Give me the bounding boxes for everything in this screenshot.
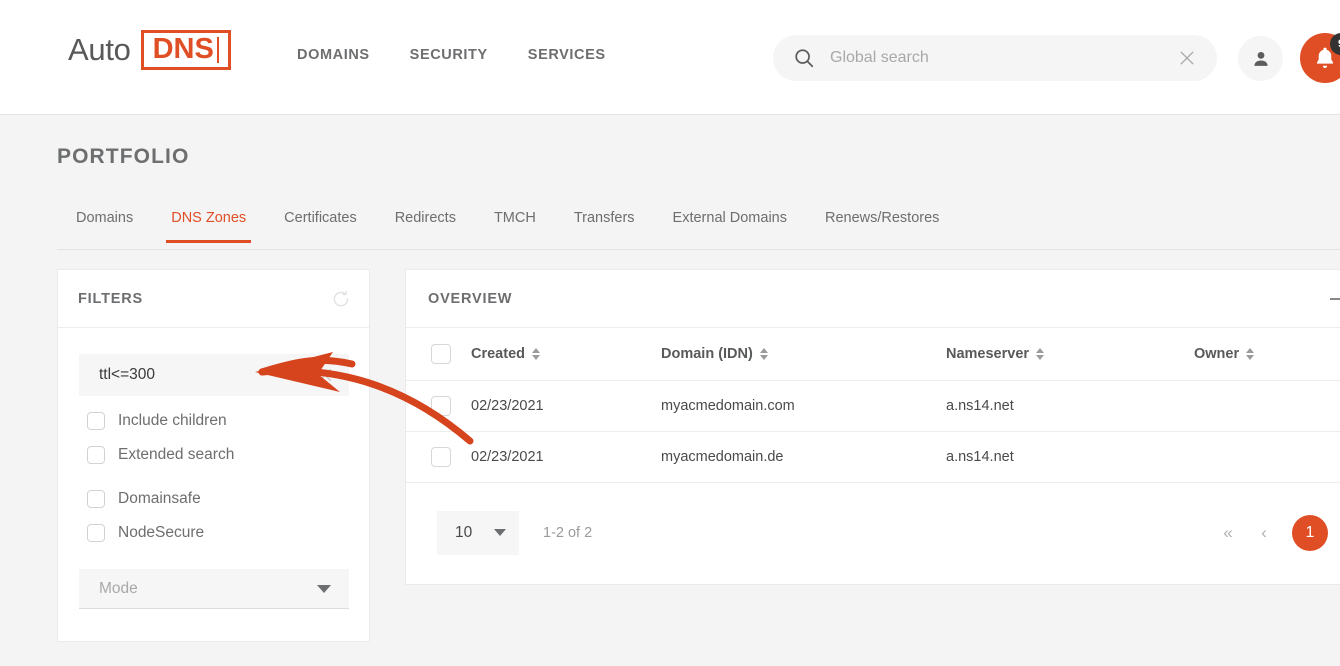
logo-auto-text: Auto [68, 32, 131, 67]
tab-dns-zones[interactable]: DNS Zones [152, 210, 265, 243]
select-all-checkbox[interactable] [431, 343, 451, 364]
sort-icon[interactable] [759, 347, 768, 360]
table-header-row: Created Domain (IDN) Nameserver Owner [406, 328, 1340, 381]
first-page-button[interactable]: « [1210, 515, 1246, 551]
sort-icon[interactable] [532, 347, 540, 360]
rows-per-page-value: 10 [455, 523, 473, 541]
reset-filters-icon[interactable] [331, 289, 351, 309]
cell-nameserver: a.ns14.net [946, 380, 1194, 432]
logo[interactable]: Auto DNS [68, 29, 231, 71]
checkbox-domainsafe[interactable]: Domainsafe [79, 490, 348, 508]
filter-search-input[interactable] [79, 366, 315, 384]
checkbox-box[interactable] [87, 446, 105, 464]
cell-created: 02/23/2021 [471, 431, 661, 483]
main-navigation: DOMAINS SECURITY SERVICES [297, 47, 606, 63]
chevron-down-icon [494, 529, 506, 536]
app-root: Auto DNS DOMAINS SECURITY SERVICES Globa… [0, 0, 1340, 666]
chevron-down-icon [317, 584, 331, 593]
column-header-owner[interactable]: Owner [1194, 328, 1340, 381]
tab-renews-restores[interactable]: Renews/Restores [806, 210, 958, 242]
checkbox-extended-search[interactable]: Extended search [79, 446, 348, 464]
tab-tmch[interactable]: TMCH [475, 210, 555, 242]
search-icon [793, 47, 815, 69]
column-header-label: Nameserver [946, 345, 1030, 362]
checkbox-label: Extended search [118, 446, 235, 463]
cell-owner [1194, 380, 1340, 432]
sort-icon[interactable] [1036, 347, 1045, 360]
nav-item-security[interactable]: SECURITY [410, 47, 488, 63]
tab-external-domains[interactable]: External Domains [654, 210, 806, 242]
column-header-nameserver[interactable]: Nameserver [946, 328, 1194, 381]
cell-created: 02/23/2021 [471, 380, 661, 432]
checkbox-label: Include children [118, 412, 227, 429]
checkbox-label: Domainsafe [118, 490, 201, 507]
global-search-input[interactable] [830, 49, 1177, 67]
cell-domain: myacmedomain.de [661, 431, 946, 483]
table-row[interactable]: 02/23/2021 myacmedomain.de a.ns14.net [406, 431, 1340, 483]
row-select-cell [406, 380, 471, 432]
checkbox-box[interactable] [87, 524, 105, 542]
select-all-header [406, 328, 471, 381]
overview-title: OVERVIEW [428, 290, 513, 307]
global-search-box[interactable] [773, 35, 1217, 81]
checkbox-nodesecure[interactable]: NodeSecure [79, 524, 348, 542]
portfolio-tabs: Domains DNS Zones Certificates Redirects… [57, 210, 1340, 250]
filter-search-field[interactable] [79, 354, 349, 396]
notifications-button[interactable]: 9 [1300, 33, 1340, 83]
filters-panel: FILTERS Include child [57, 269, 370, 642]
overview-header: OVERVIEW [406, 270, 1340, 328]
checkbox-box[interactable] [87, 412, 105, 430]
page-number-1[interactable]: 1 [1292, 514, 1328, 551]
cell-nameserver: a.ns14.net [946, 431, 1194, 483]
pagination-controls: « ‹ 1 › [1210, 483, 1340, 583]
mode-dropdown[interactable]: Mode [79, 569, 349, 609]
checkbox-include-children[interactable]: Include children [79, 412, 348, 430]
clear-filter-search-icon[interactable] [315, 365, 335, 385]
dns-zones-table: Created Domain (IDN) Nameserver Owner 02… [406, 328, 1340, 483]
checkbox-label: NodeSecure [118, 524, 205, 541]
pagination-range: 1-2 of 2 [543, 524, 593, 541]
tab-certificates[interactable]: Certificates [265, 210, 376, 242]
tab-redirects[interactable]: Redirects [376, 210, 475, 242]
clear-search-icon[interactable] [1177, 48, 1197, 68]
row-select-cell [406, 431, 471, 483]
column-header-domain[interactable]: Domain (IDN) [661, 328, 946, 381]
cell-domain: myacmedomain.com [661, 380, 946, 432]
tab-transfers[interactable]: Transfers [555, 210, 654, 242]
row-checkbox[interactable] [431, 446, 451, 467]
logo-dns-box: DNS [140, 30, 231, 70]
page-title: PORTFOLIO [57, 145, 190, 168]
person-icon [1253, 51, 1268, 66]
table-row[interactable]: 02/23/2021 myacmedomain.com a.ns14.net [406, 380, 1340, 432]
user-account-button[interactable] [1238, 36, 1283, 81]
overview-panel: OVERVIEW Created Domain (IDN) Nameserver… [405, 269, 1340, 585]
nav-item-services[interactable]: SERVICES [528, 47, 606, 63]
filters-body: Include children Extended search Domains… [58, 328, 369, 609]
prev-page-button[interactable]: ‹ [1246, 515, 1282, 551]
column-header-label: Domain (IDN) [661, 345, 753, 362]
collapse-icon[interactable] [1330, 297, 1340, 300]
mode-dropdown-label: Mode [99, 579, 138, 597]
column-header-created[interactable]: Created [471, 328, 661, 381]
logo-dns-text: DNS [152, 33, 214, 65]
nav-item-domains[interactable]: DOMAINS [297, 47, 370, 63]
cell-owner [1194, 431, 1340, 483]
pagination-bar: 10 1-2 of 2 « ‹ 1 › [406, 483, 1340, 583]
sort-icon[interactable] [1246, 347, 1255, 360]
column-header-label: Owner [1194, 345, 1240, 362]
filters-title: FILTERS [78, 290, 143, 307]
column-header-label: Created [471, 345, 525, 362]
filters-header: FILTERS [58, 270, 369, 328]
checkbox-box[interactable] [87, 490, 105, 508]
app-header: Auto DNS DOMAINS SECURITY SERVICES Globa… [0, 0, 1340, 115]
tab-domains[interactable]: Domains [57, 210, 152, 242]
row-checkbox[interactable] [431, 395, 451, 416]
logo-cursor-icon [216, 36, 219, 63]
rows-per-page-dropdown[interactable]: 10 [437, 510, 519, 555]
